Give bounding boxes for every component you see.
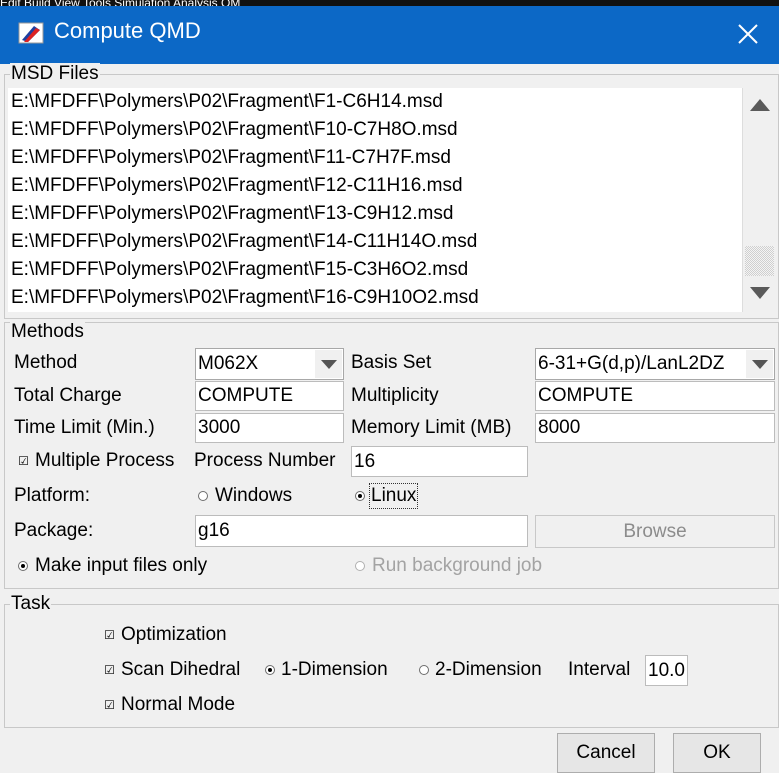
close-icon <box>738 24 758 44</box>
scan-dihedral-checkbox[interactable]: ☑ <box>104 664 115 676</box>
multiple-process-label: Multiple Process <box>35 450 175 471</box>
linux-label: Linux <box>368 483 419 509</box>
list-item[interactable]: E:\MFDFF\Polymers\P02\Fragment\F13-C9H12… <box>11 200 453 228</box>
memory-limit-input[interactable] <box>535 413 775 443</box>
ok-button[interactable]: OK <box>673 733 761 773</box>
list-item[interactable]: E:\MFDFF\Polymers\P02\Fragment\F11-C7H7F… <box>11 144 451 172</box>
scan-dihedral-label: Scan Dihedral <box>121 659 241 680</box>
method-label: Method <box>14 352 78 373</box>
msd-file-list[interactable]: E:\MFDFF\Polymers\P02\Fragment\F1-C6H14.… <box>8 88 775 312</box>
make-input-files-radio[interactable] <box>18 561 28 571</box>
method-dropdown-button[interactable] <box>315 350 342 378</box>
basis-set-label: Basis Set <box>351 352 432 373</box>
scroll-track[interactable] <box>745 246 774 276</box>
browse-button[interactable]: Browse <box>535 515 775 548</box>
list-item[interactable]: E:\MFDFF\Polymers\P02\Fragment\F10-C7H8O… <box>11 116 458 144</box>
optimization-label: Optimization <box>121 624 227 645</box>
basis-set-select[interactable]: 6-31+G(d,p)/LanL2DZ <box>535 348 775 380</box>
method-select[interactable]: M062X <box>195 348 344 380</box>
one-dimension-radio[interactable] <box>265 665 275 675</box>
linux-radio[interactable] <box>355 491 365 501</box>
app-icon <box>18 22 44 44</box>
list-item[interactable]: E:\MFDFF\Polymers\P02\Fragment\F16-C9H10… <box>11 284 479 312</box>
interval-label: Interval <box>568 659 631 680</box>
make-input-files-label: Make input files only <box>35 555 208 576</box>
normal-mode-label: Normal Mode <box>121 694 236 715</box>
cancel-button[interactable]: Cancel <box>557 733 655 773</box>
task-label: Task <box>10 593 52 615</box>
triangle-down-icon <box>751 359 768 369</box>
time-limit-label: Time Limit (Min.) <box>14 417 155 438</box>
total-charge-label: Total Charge <box>14 385 122 406</box>
list-item[interactable]: E:\MFDFF\Polymers\P02\Fragment\F15-C3H6O… <box>11 256 468 284</box>
windows-radio[interactable] <box>198 491 208 501</box>
scroll-thumb[interactable] <box>745 122 774 244</box>
interval-input[interactable] <box>645 655 688 686</box>
memory-limit-label: Memory Limit (MB) <box>351 417 512 438</box>
two-dimension-radio[interactable] <box>419 665 429 675</box>
package-label: Package: <box>14 520 94 541</box>
triangle-down-icon <box>749 287 770 299</box>
run-background-radio[interactable] <box>355 561 365 571</box>
list-item[interactable]: E:\MFDFF\Polymers\P02\Fragment\F1-C6H14.… <box>11 88 443 116</box>
scroll-down-button[interactable] <box>743 278 776 308</box>
close-button[interactable] <box>720 14 776 54</box>
normal-mode-checkbox[interactable]: ☑ <box>104 699 115 711</box>
process-number-input[interactable] <box>351 446 528 477</box>
multiplicity-label: Multiplicity <box>351 385 439 406</box>
package-input[interactable] <box>195 515 528 547</box>
multiple-process-checkbox[interactable]: ☑ <box>18 455 29 467</box>
time-limit-input[interactable] <box>195 413 344 443</box>
list-item[interactable]: E:\MFDFF\Polymers\P02\Fragment\F14-C11H1… <box>11 228 477 256</box>
window-title: Compute QMD <box>54 18 201 43</box>
method-value: M062X <box>198 353 259 374</box>
list-item[interactable]: E:\MFDFF\Polymers\P02\Fragment\F12-C11H1… <box>11 172 463 200</box>
two-dimension-label: 2-Dimension <box>435 659 542 680</box>
process-number-label: Process Number <box>194 450 336 471</box>
list-scrollbar[interactable] <box>742 88 776 312</box>
msd-files-label: MSD Files <box>10 63 100 85</box>
triangle-up-icon <box>749 99 770 111</box>
one-dimension-label: 1-Dimension <box>281 659 388 680</box>
total-charge-input[interactable] <box>195 381 344 411</box>
platform-label: Platform: <box>14 485 91 506</box>
basis-set-value: 6-31+G(d,p)/LanL2DZ <box>538 353 725 374</box>
scroll-up-button[interactable] <box>743 90 776 120</box>
run-background-label: Run background job <box>372 555 543 576</box>
methods-label: Methods <box>10 321 85 343</box>
optimization-checkbox[interactable]: ☑ <box>104 629 115 641</box>
multiplicity-input[interactable] <box>535 381 775 411</box>
basis-set-dropdown-button[interactable] <box>746 350 773 378</box>
triangle-down-icon <box>320 359 337 369</box>
background-menu-strip: Edit Build View Tools Simulation Analysi… <box>0 0 779 6</box>
title-bar: Edit Build View Tools Simulation Analysi… <box>0 0 779 64</box>
windows-label: Windows <box>215 485 293 506</box>
